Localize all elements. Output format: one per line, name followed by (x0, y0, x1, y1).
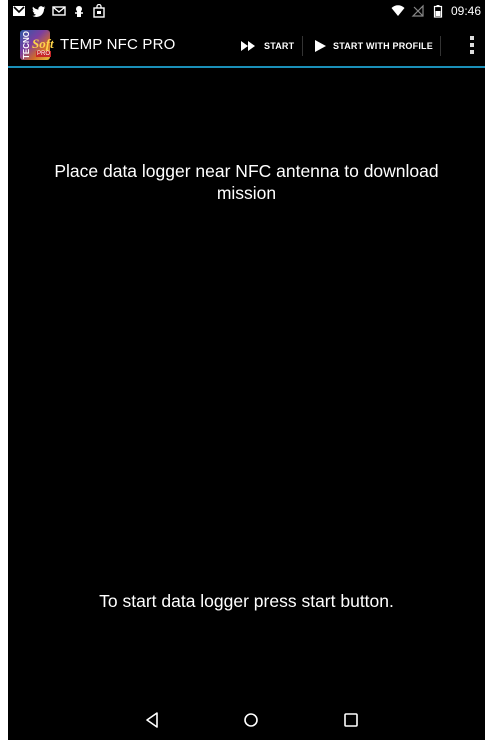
nfc-instruction-text: Place data logger near NFC antenna to do… (54, 161, 439, 203)
recents-icon[interactable] (339, 708, 363, 732)
gmail-icon (12, 4, 26, 18)
start-button-label: START (264, 41, 295, 51)
navigation-bar (8, 698, 485, 740)
action-divider (440, 36, 441, 56)
home-icon[interactable] (239, 708, 263, 732)
play-icon (313, 39, 327, 53)
no-signal-icon (411, 4, 425, 18)
fast-forward-icon (240, 39, 258, 53)
app-logo[interactable]: TECNO Soft PRO (20, 30, 54, 60)
system-indicators: 09:46 (391, 4, 481, 18)
app-title: TEMP NFC PRO (60, 36, 176, 53)
back-icon[interactable] (140, 708, 164, 732)
start-with-profile-button[interactable]: START WITH PROFILE (313, 32, 433, 60)
status-bar: 09:46 (8, 0, 485, 24)
start-with-profile-label: START WITH PROFILE (333, 41, 433, 51)
wifi-icon (391, 4, 405, 18)
notification-icons (12, 4, 106, 18)
android-debug-icon (72, 4, 86, 18)
store-icon (92, 4, 106, 18)
start-button[interactable]: START (240, 32, 294, 60)
overflow-menu-icon[interactable] (469, 36, 475, 56)
action-divider (302, 36, 303, 56)
twitter-icon (32, 4, 46, 18)
mail-icon (52, 4, 66, 18)
battery-icon (431, 4, 445, 18)
status-time: 09:46 (450, 4, 481, 18)
start-instruction-text: To start data logger press start button. (99, 591, 394, 611)
action-bar: TECNO Soft PRO TEMP NFC PRO START START … (8, 24, 485, 68)
device-screen: 09:46 TECNO Soft PRO TEMP NFC PRO START … (8, 0, 485, 740)
